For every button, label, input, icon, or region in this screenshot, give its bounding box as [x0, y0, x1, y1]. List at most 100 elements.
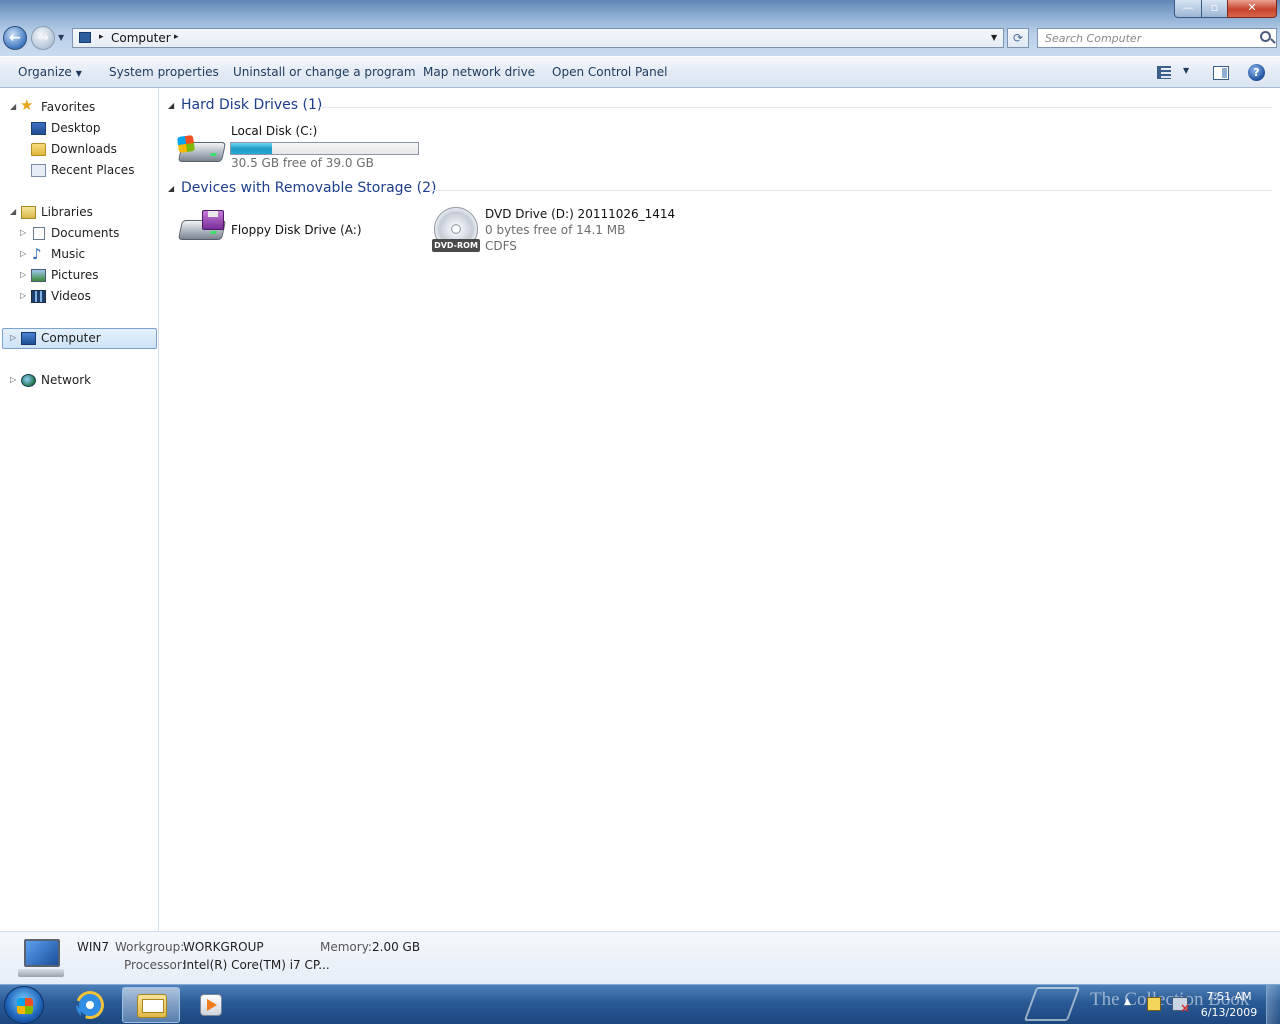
collapsed-arrow-icon[interactable]: ▷ — [10, 328, 16, 348]
hard-drive-icon — [176, 132, 227, 166]
music-note-icon: ♪ — [32, 245, 42, 263]
expanded-arrow-icon[interactable]: ◢ — [10, 97, 16, 117]
address-dropdown-icon[interactable]: ▼ — [991, 33, 997, 42]
search-icon[interactable] — [1260, 31, 1271, 42]
nav-label: Downloads — [51, 142, 117, 156]
disk-usage-bar — [230, 142, 419, 155]
clock-time[interactable]: 7:51 AM — [1200, 990, 1258, 1003]
system-properties-button[interactable]: System properties — [109, 65, 219, 79]
computer-icon — [79, 32, 91, 43]
group-header-hard-disk-drives[interactable]: ◢ Hard Disk Drives (1) — [160, 96, 1272, 118]
collapsed-arrow-icon[interactable]: ▷ — [20, 223, 26, 243]
drive-name: DVD Drive (D:) 20111026_1414 — [485, 207, 676, 221]
workgroup-value: WORKGROUP — [183, 940, 264, 954]
breadcrumb-arrow-icon[interactable]: ▸ — [174, 32, 179, 42]
nav-item-documents[interactable]: ▷ Documents — [0, 223, 150, 243]
pictures-icon — [31, 269, 46, 282]
minimize-button[interactable]: — — [1174, 0, 1202, 18]
drive-name: Floppy Disk Drive (A:) — [231, 223, 362, 237]
breadcrumb-arrow-icon[interactable]: ▸ — [99, 32, 104, 42]
uninstall-program-button[interactable]: Uninstall or change a program — [233, 65, 416, 79]
documents-icon — [33, 227, 45, 240]
start-button[interactable] — [4, 986, 44, 1024]
expanded-arrow-icon[interactable]: ◢ — [10, 202, 16, 222]
collapse-arrow-icon[interactable]: ◢ — [168, 101, 174, 110]
network-status-icon[interactable] — [1172, 997, 1190, 1015]
collapsed-arrow-icon[interactable]: ▷ — [20, 265, 26, 285]
dvd-rom-badge: DVD-ROM — [432, 239, 480, 252]
recent-places-icon — [31, 164, 46, 177]
nav-libraries[interactable]: ◢ Libraries — [0, 202, 150, 222]
recent-pages-dropdown[interactable]: ▼ — [58, 33, 64, 42]
collapsed-arrow-icon[interactable]: ▷ — [20, 286, 26, 306]
nav-item-pictures[interactable]: ▷ Pictures — [0, 265, 150, 285]
nav-label: Documents — [51, 226, 120, 240]
refresh-button[interactable]: ⟳ — [1007, 28, 1029, 48]
nav-label: Music — [51, 247, 86, 261]
media-player-icon — [200, 994, 222, 1016]
drive-free-space: 30.5 GB free of 39.0 GB — [231, 156, 374, 170]
floppy-drive-icon — [177, 210, 227, 244]
clock-date[interactable]: 6/13/2009 — [1200, 1006, 1258, 1019]
organize-button[interactable]: Organize ▼ — [18, 65, 82, 79]
collapse-arrow-icon[interactable]: ◢ — [168, 184, 174, 193]
downloads-folder-icon — [31, 143, 46, 156]
command-bar: Organize ▼ System properties Uninstall or… — [0, 56, 1280, 88]
search-input[interactable] — [1038, 29, 1254, 47]
network-globe-icon — [21, 374, 36, 387]
maximize-button[interactable]: ▫ — [1201, 0, 1228, 18]
nav-computer[interactable]: ▷ Computer — [0, 328, 155, 348]
taskbar: The Collection Book ▲ 7:51 AM 6/13/2009 — [0, 984, 1280, 1024]
show-desktop-button[interactable] — [1266, 985, 1280, 1024]
taskbar-windows-explorer[interactable] — [122, 987, 180, 1023]
preview-pane-button[interactable] — [1213, 66, 1229, 80]
nav-label: Pictures — [51, 268, 99, 282]
taskbar-internet-explorer[interactable] — [62, 986, 120, 1024]
windows-logo-icon — [17, 998, 33, 1014]
memory-label: Memory: — [320, 940, 372, 954]
nav-item-recent-places[interactable]: Recent Places — [0, 160, 150, 180]
action-center-flag-icon[interactable] — [1147, 997, 1161, 1011]
address-bar[interactable]: ▸ Computer ▸ ▼ — [72, 28, 1004, 48]
back-button[interactable]: ← — [3, 26, 27, 50]
nav-network[interactable]: ▷ Network — [0, 370, 150, 390]
chevron-down-icon[interactable]: ▼ — [1183, 66, 1189, 75]
help-button[interactable]: ? — [1248, 64, 1265, 81]
forward-button[interactable]: → — [31, 26, 55, 50]
organize-label: Organize — [18, 65, 72, 79]
open-control-panel-button[interactable]: Open Control Panel — [552, 65, 667, 79]
processor-label: Processor: — [124, 958, 186, 972]
dvd-disc-icon: DVD-ROM — [432, 207, 480, 253]
group-header-removable-storage[interactable]: ◢ Devices with Removable Storage (2) — [160, 179, 1272, 201]
group-title: Hard Disk Drives (1) — [181, 97, 323, 113]
nav-label: Recent Places — [51, 163, 135, 177]
collapsed-arrow-icon[interactable]: ▷ — [10, 370, 16, 390]
view-details-icon — [1157, 66, 1171, 79]
chevron-down-icon: ▼ — [75, 69, 82, 78]
close-button[interactable]: ✕ — [1227, 0, 1277, 18]
collapsed-arrow-icon[interactable]: ▷ — [20, 244, 26, 264]
libraries-icon — [21, 206, 36, 219]
nav-favorites[interactable]: ◢ ★ Favorites — [0, 97, 150, 117]
drive-dvd-d[interactable]: DVD-ROM DVD Drive (D:) 20111026_1414 0 b… — [432, 206, 682, 256]
nav-item-downloads[interactable]: Downloads — [0, 139, 150, 159]
file-list-pane: ◢ Hard Disk Drives (1) Local Disk (C:) 3… — [160, 88, 1280, 931]
nav-item-music[interactable]: ▷ ♪ Music — [0, 244, 150, 264]
memory-value: 2.00 GB — [372, 940, 421, 954]
map-network-drive-button[interactable]: Map network drive — [423, 65, 535, 79]
taskbar-media-player[interactable] — [182, 987, 240, 1023]
drive-floppy-a[interactable]: Floppy Disk Drive (A:) — [176, 206, 416, 256]
workgroup-label: Workgroup: — [115, 940, 185, 954]
nav-label: Computer — [41, 331, 101, 345]
nav-item-videos[interactable]: ▷ Videos — [0, 286, 150, 306]
search-box[interactable] — [1037, 28, 1277, 48]
drive-local-disk-c[interactable]: Local Disk (C:) 30.5 GB free of 39.0 GB — [176, 122, 424, 172]
nav-label: Network — [41, 373, 92, 387]
breadcrumb-computer[interactable]: Computer — [111, 31, 171, 45]
nav-item-desktop[interactable]: Desktop — [0, 118, 150, 138]
change-view-button[interactable]: ▼ — [1157, 66, 1193, 82]
disk-usage-fill — [231, 143, 272, 154]
drive-free-space: 0 bytes free of 14.1 MB — [485, 223, 626, 237]
details-pane: WIN7 Workgroup: WORKGROUP Memory: 2.00 G… — [0, 931, 1280, 984]
show-hidden-icons-button[interactable]: ▲ — [1124, 997, 1131, 1007]
